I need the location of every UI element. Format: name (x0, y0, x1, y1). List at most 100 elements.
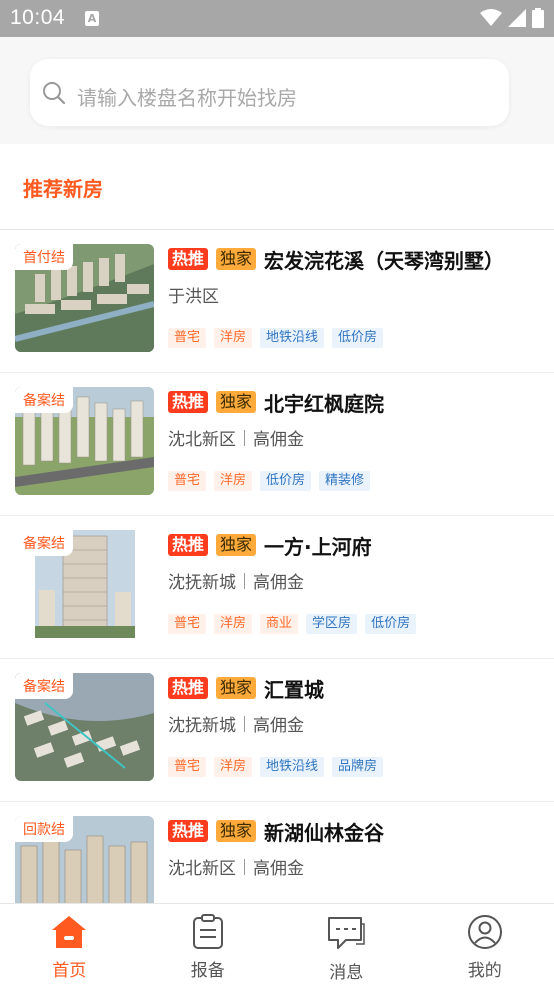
section-title: 推荐新房 (23, 177, 103, 201)
nav-messages[interactable]: 消息 (277, 904, 416, 984)
listing-photo: 回款结 (15, 816, 154, 903)
listing-commission: 高佣金 (253, 859, 304, 879)
nav-report[interactable]: 报备 (139, 904, 278, 984)
settlement-badge: 备案结 (15, 673, 73, 699)
listing-name: 北宇红枫庭院 (264, 391, 385, 416)
nav-label: 我的 (467, 961, 502, 981)
bottom-nav: 首页 报备 消息 我的 (0, 903, 554, 984)
listing-district: 沈北新区 (168, 430, 236, 450)
listing-district: 沈北新区 (168, 859, 236, 879)
settlement-badge: 回款结 (15, 816, 73, 842)
settlement-badge: 备案结 (15, 387, 73, 413)
status-bar: 10:04 A (0, 0, 554, 37)
feature-tag: 洋房 (214, 471, 253, 491)
feature-tag: 普宅 (168, 757, 207, 777)
listing-meta: 沈北新区 高佣金 (168, 425, 304, 450)
listing-tags: 普宅 洋房 地铁沿线 品牌房 (168, 757, 384, 777)
battery-icon (532, 8, 544, 28)
listing-item[interactable]: 备案结 热推 独家 一方·上河府 沈抚新城 高佣金 普宅 洋房 商业 学区房 低… (0, 516, 554, 659)
listing-name: 新湖仙林金谷 (264, 820, 385, 845)
listing-title-row: 热推 独家 北宇红枫庭院 (168, 388, 384, 416)
exclusive-tag: 独家 (216, 248, 257, 270)
feature-tag: 普宅 (168, 614, 207, 634)
listing-tags: 普宅 洋房 低价房 精装修 (168, 471, 371, 491)
listing-district: 于洪区 (168, 287, 219, 307)
feature-tag: 洋房 (214, 757, 253, 777)
listing-district: 沈抚新城 (168, 716, 236, 736)
listing-item[interactable]: 回款结 热推 独家 新湖仙林金谷 沈北新区 高佣金 (0, 802, 554, 903)
status-icons (480, 8, 544, 28)
listing-tags: 普宅 洋房 商业 学区房 低价房 (168, 614, 417, 634)
feature-tag: 精装修 (319, 471, 371, 491)
settlement-badge: 备案结 (15, 530, 73, 556)
feature-tag: 洋房 (214, 328, 253, 348)
listing-item[interactable]: 首付结 热推 独家 宏发浣花溪（天琴湾别墅） 于洪区 普宅 洋房 地铁沿线 低价… (0, 230, 554, 373)
listing-photo: 备案结 (15, 530, 154, 638)
feature-tag: 品牌房 (332, 757, 384, 777)
listing-commission: 高佣金 (253, 716, 304, 736)
listing-commission: 高佣金 (253, 573, 304, 593)
notification-icon: A (85, 11, 99, 26)
wifi-icon (480, 9, 502, 26)
listing-photo: 首付结 (15, 244, 154, 352)
listing-commission: 高佣金 (253, 430, 304, 450)
exclusive-tag: 独家 (216, 391, 257, 413)
listing-title-row: 热推 独家 汇置城 (168, 674, 324, 702)
hot-tag: 热推 (168, 820, 209, 842)
meta-divider (244, 715, 245, 732)
search-area: 请输入楼盘名称开始找房 (0, 37, 554, 144)
listing-photo: 备案结 (15, 673, 154, 781)
listing-district: 沈抚新城 (168, 573, 236, 593)
nav-label: 报备 (190, 961, 225, 981)
listing-item[interactable]: 备案结 热推 独家 汇置城 沈抚新城 高佣金 普宅 洋房 地铁沿线 品牌房 (0, 659, 554, 802)
listing-meta: 于洪区 (168, 282, 219, 307)
settlement-badge: 首付结 (15, 244, 73, 270)
listing-title-row: 热推 独家 宏发浣花溪（天琴湾别墅） (168, 245, 504, 273)
nav-label: 首页 (52, 961, 87, 981)
meta-divider (244, 429, 245, 446)
listing-photo: 备案结 (15, 387, 154, 495)
hot-tag: 热推 (168, 391, 209, 413)
meta-divider (244, 572, 245, 589)
home-icon (52, 916, 87, 948)
listing-name: 汇置城 (264, 677, 325, 702)
feature-tag: 普宅 (168, 471, 207, 491)
feature-tag: 洋房 (214, 614, 253, 634)
hot-tag: 热推 (168, 677, 209, 699)
hot-tag: 热推 (168, 534, 209, 556)
listing-list: 首付结 热推 独家 宏发浣花溪（天琴湾别墅） 于洪区 普宅 洋房 地铁沿线 低价… (0, 230, 554, 903)
exclusive-tag: 独家 (216, 534, 257, 556)
feature-tag: 低价房 (260, 471, 312, 491)
search-input[interactable]: 请输入楼盘名称开始找房 (30, 59, 509, 126)
feature-tag: 商业 (260, 614, 299, 634)
exclusive-tag: 独家 (216, 677, 257, 699)
nav-profile[interactable]: 我的 (416, 904, 554, 984)
nav-label: 消息 (329, 963, 364, 983)
meta-divider (244, 858, 245, 875)
feature-tag: 低价房 (332, 328, 384, 348)
listing-meta: 沈北新区 高佣金 (168, 854, 304, 879)
status-time: 10:04 (10, 6, 66, 29)
signal-icon (508, 9, 526, 27)
nav-home[interactable]: 首页 (0, 904, 139, 984)
feature-tag: 地铁沿线 (260, 757, 325, 777)
listing-title-row: 热推 独家 新湖仙林金谷 (168, 817, 384, 845)
listing-meta: 沈抚新城 高佣金 (168, 711, 304, 736)
listing-meta: 沈抚新城 高佣金 (168, 568, 304, 593)
listing-item[interactable]: 备案结 热推 独家 北宇红枫庭院 沈北新区 高佣金 普宅 洋房 低价房 精装修 (0, 373, 554, 516)
listing-name: 宏发浣花溪（天琴湾别墅） (264, 248, 505, 273)
hot-tag: 热推 (168, 248, 209, 270)
feature-tag: 地铁沿线 (260, 328, 325, 348)
section-header: 推荐新房 (0, 144, 554, 230)
feature-tag: 学区房 (306, 614, 358, 634)
feature-tag: 普宅 (168, 328, 207, 348)
search-placeholder: 请输入楼盘名称开始找房 (77, 86, 297, 110)
exclusive-tag: 独家 (216, 820, 257, 842)
message-icon (328, 917, 365, 949)
clipboard-icon (192, 914, 223, 949)
user-icon (467, 915, 502, 949)
listing-title-row: 热推 独家 一方·上河府 (168, 531, 372, 559)
search-icon (43, 82, 66, 105)
listing-tags: 普宅 洋房 地铁沿线 低价房 (168, 328, 384, 348)
listing-name: 一方·上河府 (264, 534, 372, 559)
